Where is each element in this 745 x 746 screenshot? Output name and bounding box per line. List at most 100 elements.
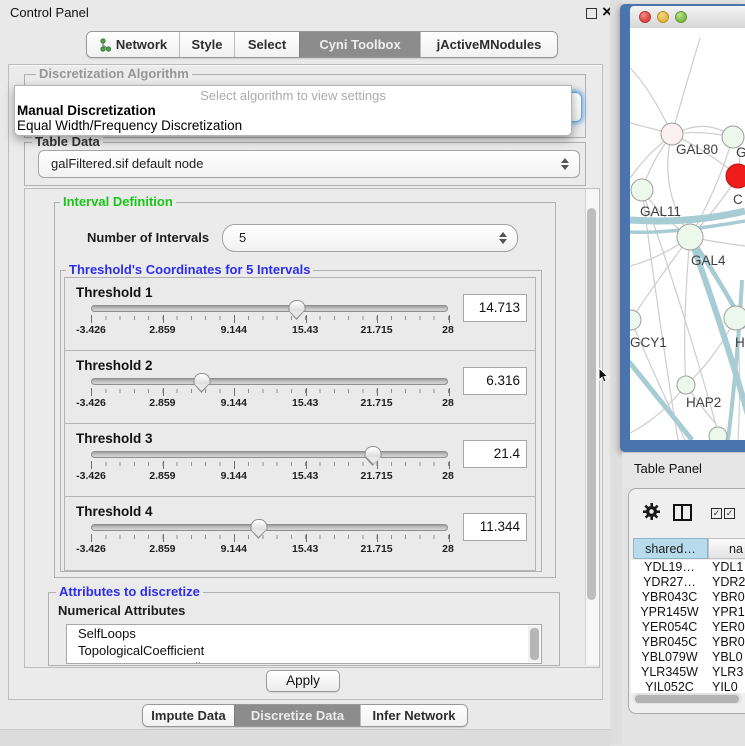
threshold-2-value-field[interactable]: 6.316 [463,367,527,395]
minimize-traffic-light-icon[interactable] [657,11,669,23]
slider-track[interactable] [91,451,448,458]
node-label: C [733,192,743,207]
dropdown-option-manual[interactable]: Manual Discretization [17,103,569,119]
interval-definition-label: Interval Definition [60,195,176,208]
tab-infer-network[interactable]: Infer Network [360,705,467,726]
apply-button[interactable]: Apply [266,670,340,692]
threshold-1-value-field[interactable]: 14.713 [463,294,527,322]
threshold-1-slider[interactable]: -3.4262.8599.14415.4321.71528 [91,305,448,339]
number-of-intervals-value: 5 [239,225,246,251]
tab-impute-data[interactable]: Impute Data [143,705,234,726]
table-row[interactable]: YLR345WYLR3 [631,665,745,680]
slider-ticks [91,534,449,542]
table-panel-title: Table Panel [634,461,702,476]
threshold-4-value-field[interactable]: 11.344 [463,513,527,541]
numerical-attributes-list[interactable]: SelfLoops TopologicalCoefficient Between… [66,624,542,664]
zoom-traffic-light-icon[interactable] [675,11,687,23]
network-canvas[interactable]: GAL80 GA C GAL11 GAL4 GCY1 H HAP2 [630,28,745,440]
control-panel: Control Panel × Network Style Select Cyn… [0,0,611,745]
table-row[interactable]: YIL052CYIL0 [631,680,745,693]
gear-icon[interactable] [643,503,660,520]
table-row[interactable]: YBR045CYBR0 [631,635,745,650]
network-nodes[interactable] [630,123,745,440]
node-hap2[interactable] [677,376,695,394]
threshold-row-4: Threshold 4 -3.4262.8599.14415.4321.7152… [64,496,536,571]
slider-track[interactable] [91,305,448,312]
threshold-row-2: Threshold 2 -3.4262.8599.14415.4321.7152… [64,350,536,425]
node-gcy1[interactable] [630,310,641,330]
mouse-cursor [598,368,610,384]
table-row[interactable]: YDL19…YDL1 [631,560,745,575]
tab-cyni-toolbox[interactable]: Cyni Toolbox [299,32,420,57]
network-view-window: GAL80 GA C GAL11 GAL4 GCY1 H HAP2 [620,4,745,452]
close-traffic-light-icon[interactable] [639,11,651,23]
threshold-2-label: Threshold 2 [76,358,153,373]
node-label: GCY1 [630,335,667,350]
table-row[interactable]: YDR27…YDR2 [631,575,745,590]
network-window-titlebar[interactable] [630,6,745,29]
slider-tick-labels: -3.4262.8599.14415.4321.71528 [91,470,448,482]
threshold-4-label: Threshold 4 [76,504,153,519]
table-data-combobox[interactable]: galFiltered.sif default node [38,150,580,178]
threshold-3-label: Threshold 3 [76,431,153,446]
horizontal-scrollbar[interactable] [633,693,742,704]
dropdown-placeholder: Select algorithm to view settings [15,88,571,103]
thresholds-group-label: Threshold's Coordinates for 5 Intervals [66,263,313,276]
table-row[interactable]: YER054CYER0 [631,620,745,635]
slider-track[interactable] [91,378,448,385]
number-of-intervals-combobox[interactable]: 5 [222,224,518,252]
list-scrollbar-thumb[interactable] [530,628,539,660]
vertical-scrollbar-thumb[interactable] [587,208,596,600]
node-selected-red[interactable] [726,164,745,188]
list-item[interactable]: BetweennessCentrality [67,659,541,664]
threshold-2-slider[interactable]: -3.4262.8599.14415.4321.71528 [91,378,448,412]
column-visibility-icon[interactable] [673,504,692,521]
node-label: GAL80 [676,142,718,157]
slider-ticks [91,388,449,396]
horizontal-scrollbar-thumb[interactable] [635,695,739,703]
node-gal11[interactable] [631,179,653,201]
tab-network[interactable]: Network [87,32,179,57]
float-window-icon[interactable] [586,8,597,19]
table-data-value: galFiltered.sif default node [51,151,203,177]
table-row[interactable]: YBR043CYBR0 [631,590,745,605]
tab-jactivemnodules[interactable]: jActiveMNodules [420,32,557,57]
node-label: GA [736,145,745,160]
table-data-label: Table Data [32,135,103,148]
threshold-3-slider[interactable]: -3.4262.8599.14415.4321.71528 [91,451,448,485]
table-row[interactable]: YPR145WYPR1 [631,605,745,620]
slider-thumb[interactable] [250,519,267,530]
column-header-shared-name[interactable]: shared… [633,538,708,559]
slider-ticks [91,461,449,469]
list-item[interactable]: TopologicalCoefficient [67,642,541,659]
slider-track[interactable] [91,524,448,531]
threshold-1-label: Threshold 1 [76,285,153,300]
threshold-3-value-field[interactable]: 21.4 [463,440,527,468]
threshold-row-3: Threshold 3 -3.4262.8599.14415.4321.7152… [64,423,536,498]
tab-style[interactable]: Style [179,32,234,57]
screenshot-root: { "titlebar": { "title": "Control Panel"… [0,0,745,745]
tab-discretize-data[interactable]: Discretize Data [234,705,360,726]
slider-thumb[interactable] [365,446,382,457]
threshold-4-slider[interactable]: -3.4262.8599.14415.4321.71528 [91,524,448,558]
checkbox-icon[interactable]: ✓ [724,508,735,519]
checkbox-icon[interactable]: ✓ [711,508,722,519]
node-partial[interactable] [709,427,727,440]
tab-select[interactable]: Select [234,32,299,57]
dropdown-option-equal-width[interactable]: Equal Width/Frequency Discretization [17,118,569,134]
combo-arrows-icon [561,158,570,170]
node-label: GAL4 [691,253,726,268]
discretization-algorithm-label: Discretization Algorithm [36,67,192,80]
list-item[interactable]: SelfLoops [67,625,541,642]
slider-tick-labels: -3.4262.8599.14415.4321.71528 [91,543,448,555]
node-label: H [735,335,745,350]
list-scrollbar[interactable] [528,626,540,662]
node-gal4[interactable] [677,224,703,250]
network-icon [99,38,112,52]
slider-thumb[interactable] [193,373,210,384]
table-row[interactable]: YBL079WYBL0 [631,650,745,665]
combo-arrows-icon [499,232,508,244]
slider-thumb[interactable] [288,300,305,311]
node-h[interactable] [724,306,745,330]
column-header-name[interactable]: na [708,538,745,559]
